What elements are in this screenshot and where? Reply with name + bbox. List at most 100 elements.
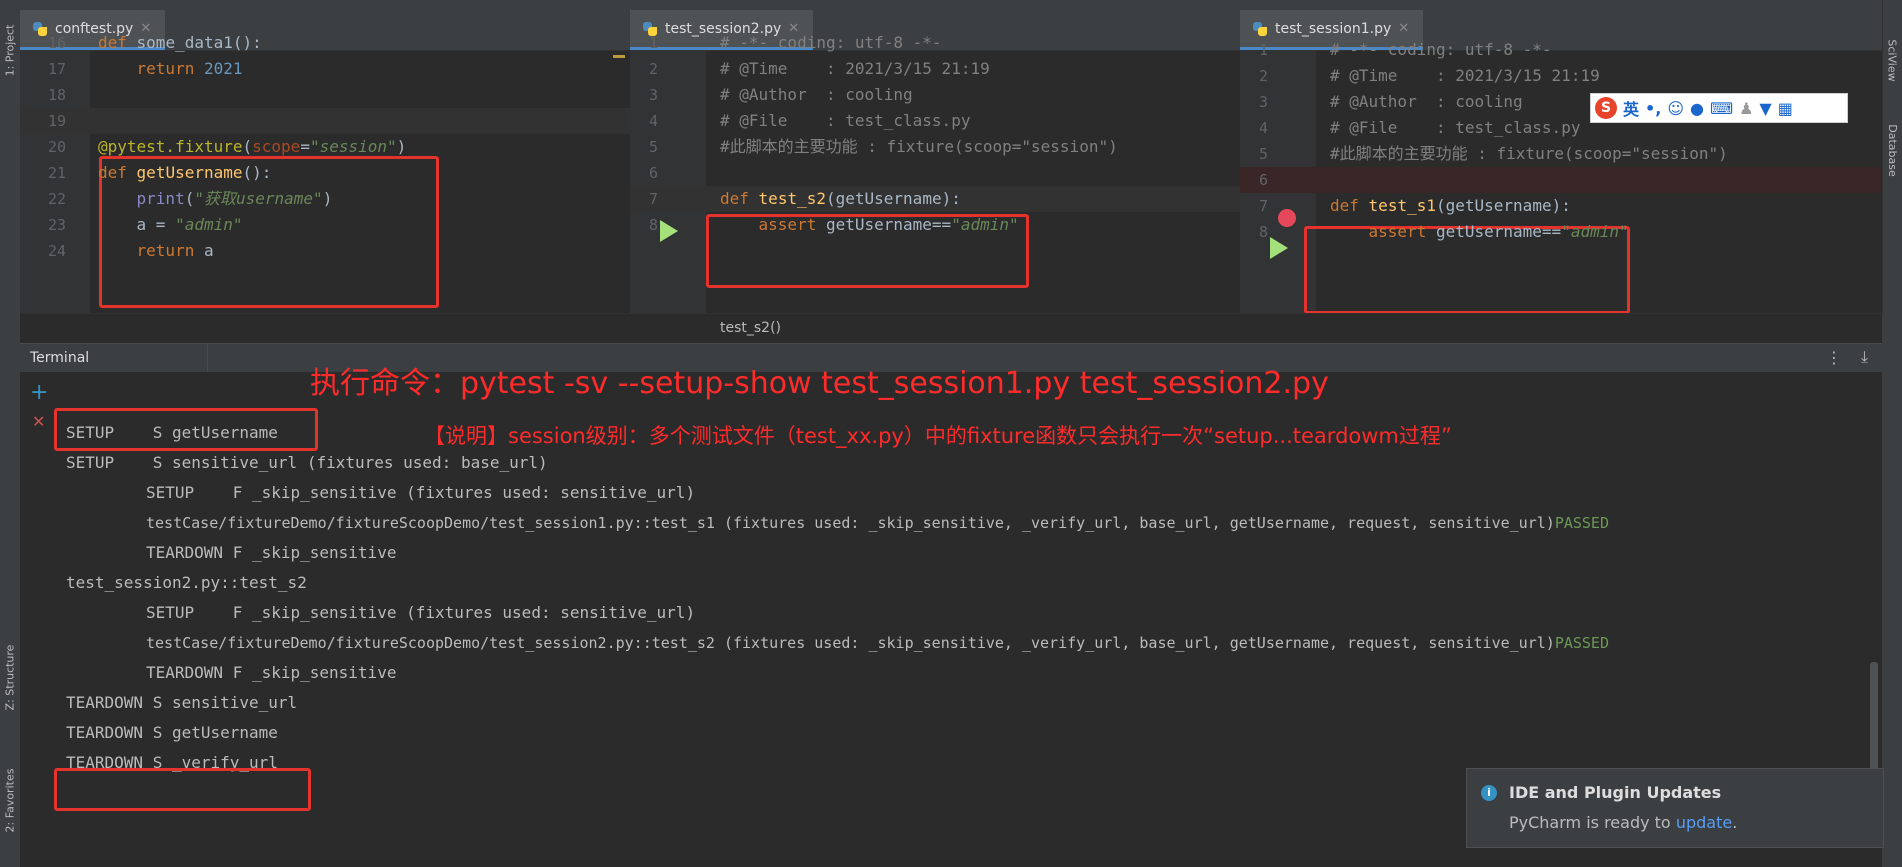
line-number: 3 bbox=[648, 86, 658, 104]
test-status: PASSED bbox=[1554, 634, 1609, 652]
terminal-line: SETUP S getUsername bbox=[66, 418, 278, 448]
info-icon: i bbox=[1481, 785, 1497, 801]
new-session-icon[interactable]: + bbox=[30, 380, 48, 405]
code-text: @pytest.fixture(scope="session") bbox=[98, 137, 407, 156]
more-options-icon[interactable]: ⋮ bbox=[1826, 348, 1842, 367]
code-text: def test_s2(getUsername): bbox=[720, 189, 961, 208]
code-text: return a bbox=[136, 241, 214, 260]
terminal-line: SETUP S sensitive_url (fixtures used: ba… bbox=[66, 448, 548, 478]
code-line[interactable]: 2 # @Time : 2021/3/15 21:19 bbox=[1240, 63, 1882, 89]
line-number: 8 bbox=[648, 216, 658, 234]
line-number: 19 bbox=[47, 112, 66, 130]
terminal-line: TEARDOWN S _verify_url bbox=[66, 748, 278, 778]
line-number: 7 bbox=[648, 190, 658, 208]
code-line[interactable]: 24 return a bbox=[20, 238, 630, 264]
update-link[interactable]: update bbox=[1676, 813, 1732, 832]
line-number: 4 bbox=[1258, 119, 1268, 137]
emoji-icon[interactable]: ☺ bbox=[1667, 99, 1684, 118]
skin-icon[interactable]: ▼ bbox=[1759, 99, 1771, 118]
code-text: def some_data1(): bbox=[98, 33, 262, 52]
line-number: 20 bbox=[47, 138, 66, 156]
test-status: PASSED bbox=[1554, 514, 1609, 532]
close-tab-icon[interactable]: ✕ bbox=[1398, 21, 1409, 36]
line-number: 2 bbox=[648, 60, 658, 78]
line-number: 24 bbox=[47, 242, 66, 260]
left-tool-stripe: 1: Project Z: Structure 2: Favorites bbox=[0, 0, 21, 867]
ime-toolbar[interactable]: S 英 •, ☺ ● ⌨ ♟ ▼ ▦ bbox=[1590, 93, 1848, 123]
code-line[interactable]: 6 bbox=[1240, 167, 1882, 193]
code-text: # @File : test_class.py bbox=[720, 111, 971, 130]
terminal-line-text: SETUP F _skip_sensitive (fixtures used: … bbox=[146, 483, 696, 502]
code-line[interactable]: 8 assert getUsername=="admin" bbox=[630, 212, 1240, 238]
code-line[interactable]: 16 def some_data1(): bbox=[20, 30, 630, 56]
line-number: 1 bbox=[1258, 41, 1268, 59]
hide-panel-icon[interactable]: ⤓ bbox=[1861, 347, 1868, 367]
ime-mode[interactable]: 英 bbox=[1623, 96, 1639, 120]
annotation-note: 【说明】session级别：多个测试文件（test_xx.py）中的fixtur… bbox=[424, 424, 1452, 448]
breadcrumb-bar: test_s2() bbox=[20, 313, 1882, 344]
code-line[interactable]: 5 #此脚本的主要功能 : fixture(scoop="session") bbox=[630, 134, 1240, 160]
line-number: 7 bbox=[1258, 197, 1268, 215]
keyboard-icon[interactable]: ⌨ bbox=[1710, 99, 1733, 118]
voice-icon[interactable]: ● bbox=[1690, 99, 1704, 118]
structure-tool-label: Z: Structure bbox=[3, 644, 17, 710]
terminal-line-text: testCase/fixtureDemo/fixtureScoopDemo/te… bbox=[146, 634, 1555, 652]
sciview-tool-tab[interactable]: SciView bbox=[1882, 30, 1902, 90]
terminal-line: testCase/fixtureDemo/fixtureScoopDemo/te… bbox=[146, 628, 1609, 658]
code-text: assert getUsername=="admin" bbox=[1368, 222, 1629, 241]
close-session-icon[interactable]: ✕ bbox=[32, 412, 45, 431]
line-number: 4 bbox=[648, 112, 658, 130]
terminal-line: SETUP F _skip_sensitive (fixtures used: … bbox=[146, 598, 695, 628]
terminal-line: TEARDOWN F _skip_sensitive bbox=[146, 658, 396, 688]
line-number: 8 bbox=[1258, 223, 1268, 241]
code-line[interactable]: 7 def test_s1(getUsername): bbox=[1240, 193, 1882, 219]
code-line[interactable]: 20 @pytest.fixture(scope="session") bbox=[20, 134, 630, 160]
line-number: 5 bbox=[1258, 145, 1268, 163]
database-tool-label: Database bbox=[1885, 123, 1899, 177]
code-line[interactable]: 7 def test_s2(getUsername): bbox=[630, 186, 1240, 212]
notification-body-prefix: PyCharm is ready to bbox=[1509, 813, 1676, 832]
update-notification[interactable]: i IDE and Plugin Updates PyCharm is read… bbox=[1466, 768, 1884, 848]
line-number: 6 bbox=[648, 164, 658, 182]
structure-tool-tab[interactable]: Z: Structure bbox=[0, 632, 20, 722]
code-line[interactable]: 17 return 2021 bbox=[20, 56, 630, 82]
line-number: 17 bbox=[47, 60, 66, 78]
code-line[interactable]: 8 assert getUsername=="admin" bbox=[1240, 219, 1882, 245]
code-line[interactable]: 23 a = "admin" bbox=[20, 212, 630, 238]
code-text: assert getUsername=="admin" bbox=[758, 215, 1019, 234]
favorites-tool-tab[interactable]: 2: Favorites bbox=[0, 750, 20, 850]
database-tool-tab[interactable]: Database bbox=[1882, 110, 1902, 190]
code-line[interactable]: 1 # -*- coding: utf-8 -*- bbox=[630, 30, 1240, 56]
tab-label: test_session1.py bbox=[1275, 20, 1392, 37]
code-line[interactable]: 3 # @Author : cooling bbox=[630, 82, 1240, 108]
code-text: #此脚本的主要功能 : fixture(scoop="session") bbox=[720, 137, 1118, 156]
terminal-line-text: TEARDOWN S getUsername bbox=[66, 723, 278, 742]
punctuation-icon[interactable]: •, bbox=[1645, 99, 1661, 118]
breadcrumb[interactable]: test_s2() bbox=[720, 320, 781, 336]
code-line[interactable]: 6 bbox=[630, 160, 1240, 186]
code-line[interactable]: 22 print("获取username") bbox=[20, 186, 630, 212]
python-file-icon bbox=[1252, 21, 1268, 37]
sogou-logo-icon: S bbox=[1595, 97, 1617, 119]
code-line[interactable]: 19 bbox=[20, 108, 630, 134]
terminal-line-text: test_session2.py::test_s2 bbox=[66, 573, 307, 592]
user-icon[interactable]: ♟ bbox=[1739, 99, 1753, 118]
terminal-line: TEARDOWN S sensitive_url bbox=[66, 688, 297, 718]
code-line[interactable]: 5 #此脚本的主要功能 : fixture(scoop="session") bbox=[1240, 141, 1882, 167]
code-line[interactable]: 1 # -*- coding: utf-8 -*- bbox=[1240, 37, 1882, 63]
code-line[interactable]: 2 # @Time : 2021/3/15 21:19 bbox=[630, 56, 1240, 82]
code-line[interactable]: 4 # @File : test_class.py bbox=[630, 108, 1240, 134]
toolbox-icon[interactable]: ▦ bbox=[1778, 99, 1793, 118]
code-text: print("获取username") bbox=[136, 189, 333, 208]
project-tool-tab[interactable]: 1: Project bbox=[0, 10, 20, 90]
code-line[interactable]: 18 bbox=[20, 82, 630, 108]
code-text: return 2021 bbox=[136, 59, 243, 78]
terminal-line-text: SETUP S getUsername bbox=[66, 423, 278, 442]
code-line[interactable]: 21 def getUsername(): bbox=[20, 160, 630, 186]
notification-body-suffix: . bbox=[1732, 813, 1738, 832]
terminal-tab[interactable]: Terminal bbox=[20, 344, 208, 372]
code-text: # @Author : cooling bbox=[720, 85, 913, 104]
line-number: 18 bbox=[47, 86, 66, 104]
code-text: # -*- coding: utf-8 -*- bbox=[1330, 40, 1552, 59]
code-text: # @Time : 2021/3/15 21:19 bbox=[720, 59, 990, 78]
